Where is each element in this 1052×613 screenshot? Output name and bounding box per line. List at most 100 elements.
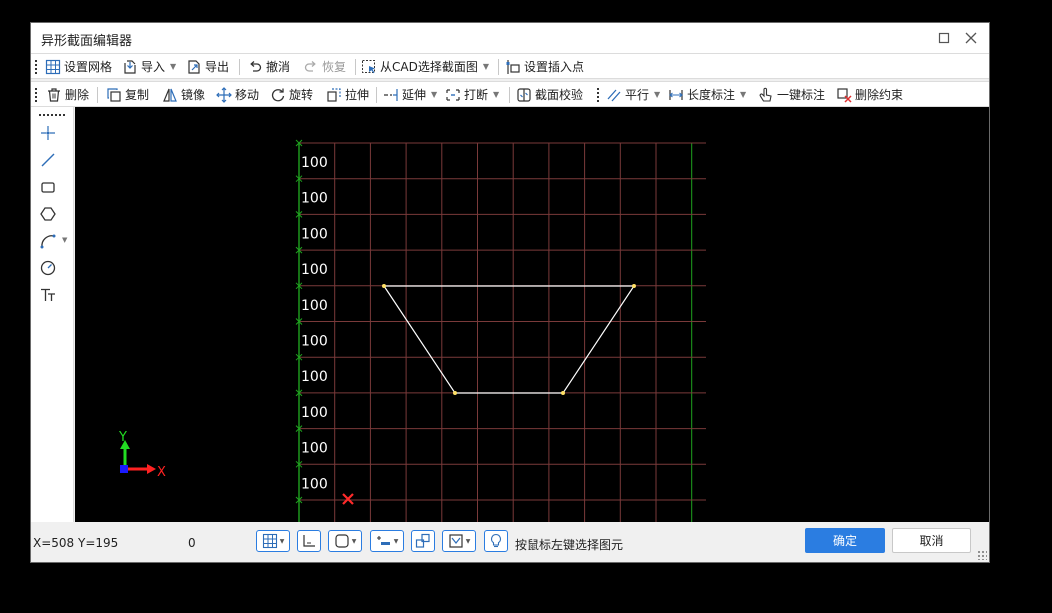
chevron-down-icon[interactable]: ▼	[170, 62, 176, 71]
toolbar-separator	[97, 87, 98, 103]
rotate-label: 旋转	[289, 88, 314, 102]
grid-spacing-label: 100	[301, 262, 328, 278]
redo-button[interactable]: 恢复	[303, 57, 346, 76]
grid-spacing-label: 100	[301, 155, 328, 171]
origin-marker-icon	[342, 493, 354, 505]
chevron-down-icon[interactable]: ▼	[431, 90, 437, 99]
copy-label: 复制	[125, 88, 150, 102]
axis-indicator: Y X	[118, 430, 166, 480]
shape-snap-button[interactable]	[411, 530, 435, 552]
canvas-drawing[interactable]: 100 100 100 100 100 100 100 100 100 100 Y X	[75, 107, 989, 522]
cad-select-icon	[362, 59, 375, 73]
maximize-icon[interactable]	[934, 28, 954, 48]
chevron-down-icon[interactable]: ▼	[740, 90, 746, 99]
export-icon	[188, 59, 200, 74]
break-icon	[446, 88, 460, 101]
vertex[interactable]	[453, 391, 457, 395]
length-dimension-button[interactable]: 长度标注 ▼	[668, 85, 746, 104]
mirror-button[interactable]: 镜像	[162, 85, 205, 104]
resize-grip-icon[interactable]	[977, 550, 987, 560]
toolbar-grip[interactable]	[597, 88, 599, 102]
cursor-coordinates: X=508 Y=195	[33, 536, 119, 550]
ok-button[interactable]: 确定	[805, 528, 885, 553]
vertex[interactable]	[382, 284, 386, 288]
tips-button[interactable]	[484, 530, 508, 552]
chevron-down-icon[interactable]: ▼	[483, 62, 489, 71]
parallel-button[interactable]: 平行 ▼	[606, 85, 660, 104]
section-check-button[interactable]: 截面校验	[516, 85, 583, 104]
grid-spacing-label: 100	[301, 441, 328, 457]
export-button[interactable]: 导出	[186, 57, 229, 76]
extend-label: 延伸	[402, 88, 427, 102]
set-grid-button[interactable]: 设置网格	[45, 57, 112, 76]
toolbar-separator	[509, 87, 510, 103]
toolbar-grip[interactable]	[35, 88, 37, 102]
polar-icon	[376, 536, 390, 545]
grid-snap-icon	[262, 533, 277, 549]
polygon-icon[interactable]	[39, 205, 57, 223]
toolbar-separator	[355, 59, 356, 75]
toolbar-grip[interactable]	[39, 114, 65, 116]
section-shape[interactable]	[383, 285, 636, 394]
rectangle-icon[interactable]	[39, 178, 57, 196]
grid-spacing-label: 100	[301, 405, 328, 421]
redo-label: 恢复	[322, 60, 347, 74]
drawing-toolbar: ▼	[31, 107, 74, 522]
chevron-down-icon[interactable]: ▼	[280, 538, 285, 545]
close-icon[interactable]	[961, 28, 981, 48]
chevron-down-icon[interactable]: ▼	[62, 236, 67, 244]
one-click-dimension-button[interactable]: 一键标注	[758, 85, 825, 104]
chevron-down-icon[interactable]: ▼	[493, 90, 499, 99]
undo-button[interactable]: 撤消	[247, 57, 290, 76]
copy-button[interactable]: 复制	[106, 85, 149, 104]
grid-snap-button[interactable]: ▼	[256, 530, 290, 552]
stretch-button[interactable]: 拉伸	[326, 85, 369, 104]
section-check-label: 截面校验	[535, 88, 584, 102]
line-icon[interactable]	[39, 151, 57, 169]
delete-label: 删除	[65, 88, 90, 102]
rotate-button[interactable]: 旋转	[270, 85, 313, 104]
toolbar-grip[interactable]	[35, 60, 37, 74]
grid-spacing-label: 100	[301, 334, 328, 350]
circle-icon[interactable]	[39, 259, 57, 277]
drawing-canvas[interactable]: 100 100 100 100 100 100 100 100 100 100 Y X	[75, 107, 989, 522]
grid-spacing-label: 100	[301, 369, 328, 385]
mirror-label: 镜像	[181, 88, 206, 102]
chevron-down-icon[interactable]: ▼	[352, 538, 357, 545]
window-title: 异形截面编辑器	[41, 34, 133, 49]
text-icon[interactable]	[39, 286, 57, 304]
object-snap-button[interactable]: ▼	[328, 530, 362, 552]
stretch-label: 拉伸	[345, 88, 370, 102]
parallel-icon	[607, 89, 621, 101]
chevron-down-icon[interactable]: ▼	[654, 90, 660, 99]
delete-constraint-button[interactable]: 删除约束	[836, 85, 903, 104]
status-bar: X=508 Y=195 0 ▼ ▼ ▼ ▼ 按鼠标左键选择图元 确定 取消	[31, 522, 989, 562]
move-button[interactable]: 移动	[216, 85, 259, 104]
delete-constraint-label: 删除约束	[855, 88, 904, 102]
grid-spacing-label: 100	[301, 226, 328, 242]
copy-icon	[107, 87, 121, 102]
extend-button[interactable]: 延伸 ▼	[383, 85, 437, 104]
ortho-icon	[303, 535, 315, 547]
vertex[interactable]	[632, 284, 636, 288]
vertex[interactable]	[561, 391, 565, 395]
chevron-down-icon[interactable]: ▼	[394, 538, 399, 545]
toolbar-separator	[498, 59, 499, 75]
break-button[interactable]: 打断 ▼	[445, 85, 499, 104]
select-from-cad-button[interactable]: 从CAD选择截面图 ▼	[361, 57, 489, 76]
polar-button[interactable]: ▼	[370, 530, 404, 552]
insert-point-icon	[506, 59, 520, 74]
dynamic-input-button[interactable]: ▼	[442, 530, 476, 552]
grid	[295, 139, 706, 522]
set-insert-point-button[interactable]: 设置插入点	[505, 57, 584, 76]
section-check-icon	[517, 87, 531, 102]
point-icon[interactable]	[39, 124, 57, 142]
ortho-button[interactable]	[297, 530, 321, 552]
delete-constraint-icon	[837, 87, 852, 103]
delete-button[interactable]: 删除	[46, 85, 89, 104]
chevron-down-icon[interactable]: ▼	[466, 538, 471, 545]
stretch-icon	[327, 87, 341, 102]
import-button[interactable]: 导入 ▼	[122, 57, 176, 76]
cancel-button[interactable]: 取消	[892, 528, 971, 553]
arc-icon[interactable]	[39, 232, 57, 250]
